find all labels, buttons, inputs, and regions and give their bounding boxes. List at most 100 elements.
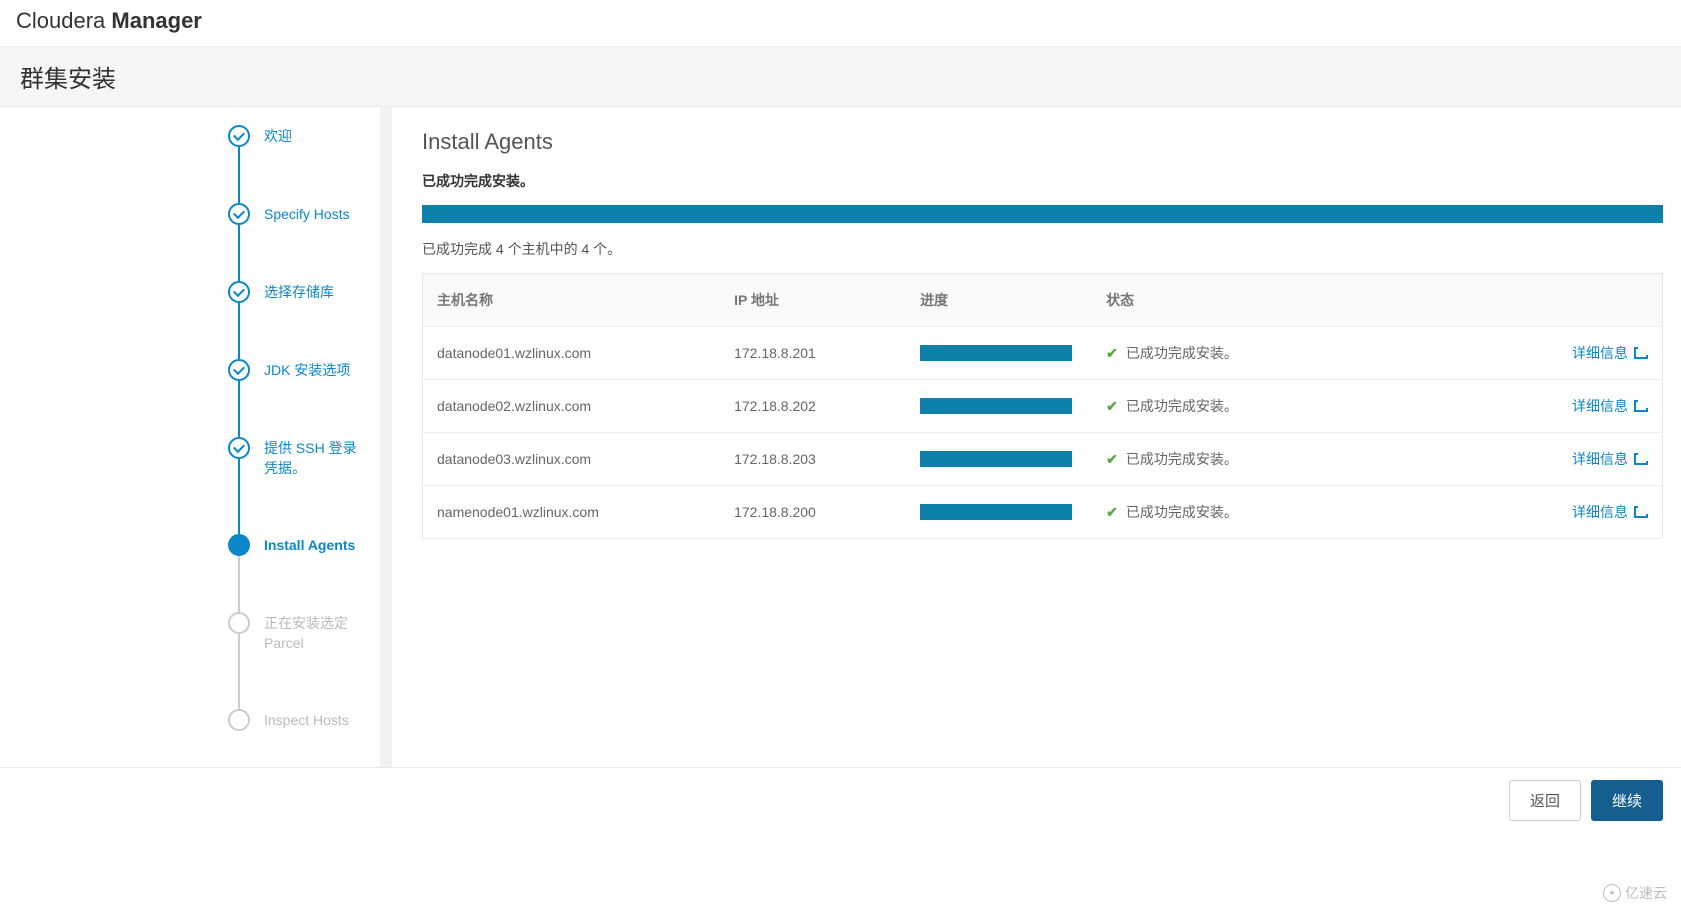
brand-second: Manager — [111, 8, 201, 33]
host-detail: 详细信息 — [1514, 433, 1663, 486]
host-status: ✔ 已成功完成安装。 — [1092, 486, 1514, 539]
step-connector — [238, 225, 240, 281]
progress-bar — [920, 504, 1072, 520]
detail-link-text: 详细信息 — [1572, 502, 1628, 522]
host-name: namenode01.wzlinux.com — [423, 486, 721, 539]
step-connector — [238, 459, 240, 534]
col-status: 状态 — [1092, 274, 1514, 327]
brand-first: Cloudera — [16, 8, 111, 33]
host-status: ✔ 已成功完成安装。 — [1092, 380, 1514, 433]
wizard-step-2[interactable]: 选择存储库 — [228, 281, 370, 359]
wizard-steps[interactable]: 欢迎Specify Hosts 选择存储库 JDK 安装选项提供 SSH 登录凭据。… — [210, 107, 392, 767]
check-icon: ✔ — [1106, 345, 1118, 362]
host-detail: 详细信息 — [1514, 486, 1663, 539]
status-text: 已成功完成安装。 — [1126, 396, 1238, 416]
host-name: datanode02.wzlinux.com — [423, 380, 721, 433]
step-label: Install Agents — [264, 534, 355, 556]
expand-icon — [1634, 453, 1648, 465]
content-title: Install Agents — [422, 129, 1663, 155]
wizard-step-3[interactable]: JDK 安装选项 — [228, 359, 370, 437]
wizard-step-6: 正在安装选定 Parcel — [228, 612, 370, 709]
wizard-footer: 返回 继续 — [0, 767, 1681, 833]
watermark-icon: ✦ — [1603, 884, 1621, 902]
host-ip: 172.18.8.201 — [720, 327, 906, 380]
page-title: 群集安装 — [0, 47, 1681, 107]
host-detail: 详细信息 — [1514, 327, 1663, 380]
step-marker-icon — [228, 125, 250, 147]
brand-logo: Cloudera Manager — [16, 8, 202, 33]
install-success-message: 已成功完成安装。 — [422, 171, 1663, 191]
step-marker-icon — [228, 612, 250, 634]
col-host: 主机名称 — [423, 274, 721, 327]
host-ip: 172.18.8.203 — [720, 433, 906, 486]
host-detail: 详细信息 — [1514, 380, 1663, 433]
expand-icon — [1634, 400, 1648, 412]
table-row: namenode01.wzlinux.com172.18.8.200 ✔ 已成功完成… — [423, 486, 1663, 539]
step-marker-icon — [228, 534, 250, 556]
col-progress: 进度 — [906, 274, 1092, 327]
step-marker-icon — [228, 709, 250, 731]
back-button[interactable]: 返回 — [1509, 780, 1581, 821]
hosts-table: 主机名称 IP 地址 进度 状态 datanode01.wzlinux.com1… — [422, 273, 1663, 539]
check-icon: ✔ — [1106, 398, 1118, 415]
step-marker-icon — [228, 203, 250, 225]
left-spacer — [0, 107, 210, 767]
table-row: datanode02.wzlinux.com172.18.8.202 ✔ 已成功完成… — [423, 380, 1663, 433]
table-header-row: 主机名称 IP 地址 进度 状态 — [423, 274, 1663, 327]
check-icon: ✔ — [1106, 504, 1118, 521]
overall-progress-bar — [422, 205, 1663, 223]
progress-bar — [920, 345, 1072, 361]
step-connector — [238, 381, 240, 437]
detail-link-text: 详细信息 — [1572, 343, 1628, 363]
content: Install Agents 已成功完成安装。 已成功完成 4 个主机中的 4 … — [392, 107, 1681, 767]
table-row: datanode03.wzlinux.com172.18.8.203✔已成功完成… — [423, 433, 1663, 486]
detail-link[interactable]: 详细信息 — [1572, 396, 1648, 416]
watermark: ✦ 亿速云 — [1603, 883, 1667, 903]
step-connector — [238, 147, 240, 203]
host-progress — [906, 486, 1092, 539]
step-label: 选择存储库 — [264, 281, 334, 303]
step-marker-icon — [228, 437, 250, 459]
step-connector — [238, 634, 240, 709]
detail-link[interactable]: 详细信息 — [1572, 502, 1648, 522]
body: 欢迎Specify Hosts 选择存储库 JDK 安装选项提供 SSH 登录凭据。… — [0, 107, 1681, 767]
step-label: 正在安装选定 Parcel — [264, 612, 370, 653]
app-header: Cloudera Manager — [0, 0, 1681, 47]
table-row: datanode01.wzlinux.com172.18.8.201 ✔ 已成功完成… — [423, 327, 1663, 380]
wizard-step-7: Inspect Hosts — [228, 709, 370, 731]
check-icon: ✔ — [1106, 451, 1118, 468]
wizard-step-5[interactable]: Install Agents — [228, 534, 370, 612]
step-label: JDK 安装选项 — [264, 359, 350, 381]
detail-link[interactable]: 详细信息 — [1572, 449, 1648, 469]
status-text: 已成功完成安装。 — [1126, 502, 1238, 522]
step-connector — [238, 556, 240, 612]
step-label: Inspect Hosts — [264, 709, 349, 731]
status-text: 已成功完成安装。 — [1126, 343, 1238, 363]
detail-link[interactable]: 详细信息 — [1572, 343, 1648, 363]
continue-button[interactable]: 继续 — [1591, 780, 1663, 821]
progress-bar — [920, 451, 1072, 467]
host-ip: 172.18.8.202 — [720, 380, 906, 433]
status-text: 已成功完成安装。 — [1126, 449, 1238, 469]
col-ip: IP 地址 — [720, 274, 906, 327]
expand-icon — [1634, 506, 1648, 518]
step-marker-icon — [228, 359, 250, 381]
host-ip: 172.18.8.200 — [720, 486, 906, 539]
expand-icon — [1634, 347, 1648, 359]
summary-line: 已成功完成 4 个主机中的 4 个。 — [422, 239, 1663, 259]
step-label: Specify Hosts — [264, 203, 350, 225]
step-label: 提供 SSH 登录凭据。 — [264, 437, 370, 478]
detail-link-text: 详细信息 — [1572, 396, 1628, 416]
host-status: ✔ 已成功完成安装。 — [1092, 327, 1514, 380]
host-progress — [906, 380, 1092, 433]
wizard-step-0[interactable]: 欢迎 — [228, 125, 370, 203]
col-detail — [1514, 274, 1663, 327]
host-name: datanode01.wzlinux.com — [423, 327, 721, 380]
detail-link-text: 详细信息 — [1572, 449, 1628, 469]
wizard-step-4[interactable]: 提供 SSH 登录凭据。 — [228, 437, 370, 534]
host-progress — [906, 433, 1092, 486]
watermark-text: 亿速云 — [1625, 883, 1667, 903]
step-marker-icon — [228, 281, 250, 303]
wizard-step-1[interactable]: Specify Hosts — [228, 203, 370, 281]
host-status: ✔ 已成功完成安装。 — [1092, 433, 1514, 486]
